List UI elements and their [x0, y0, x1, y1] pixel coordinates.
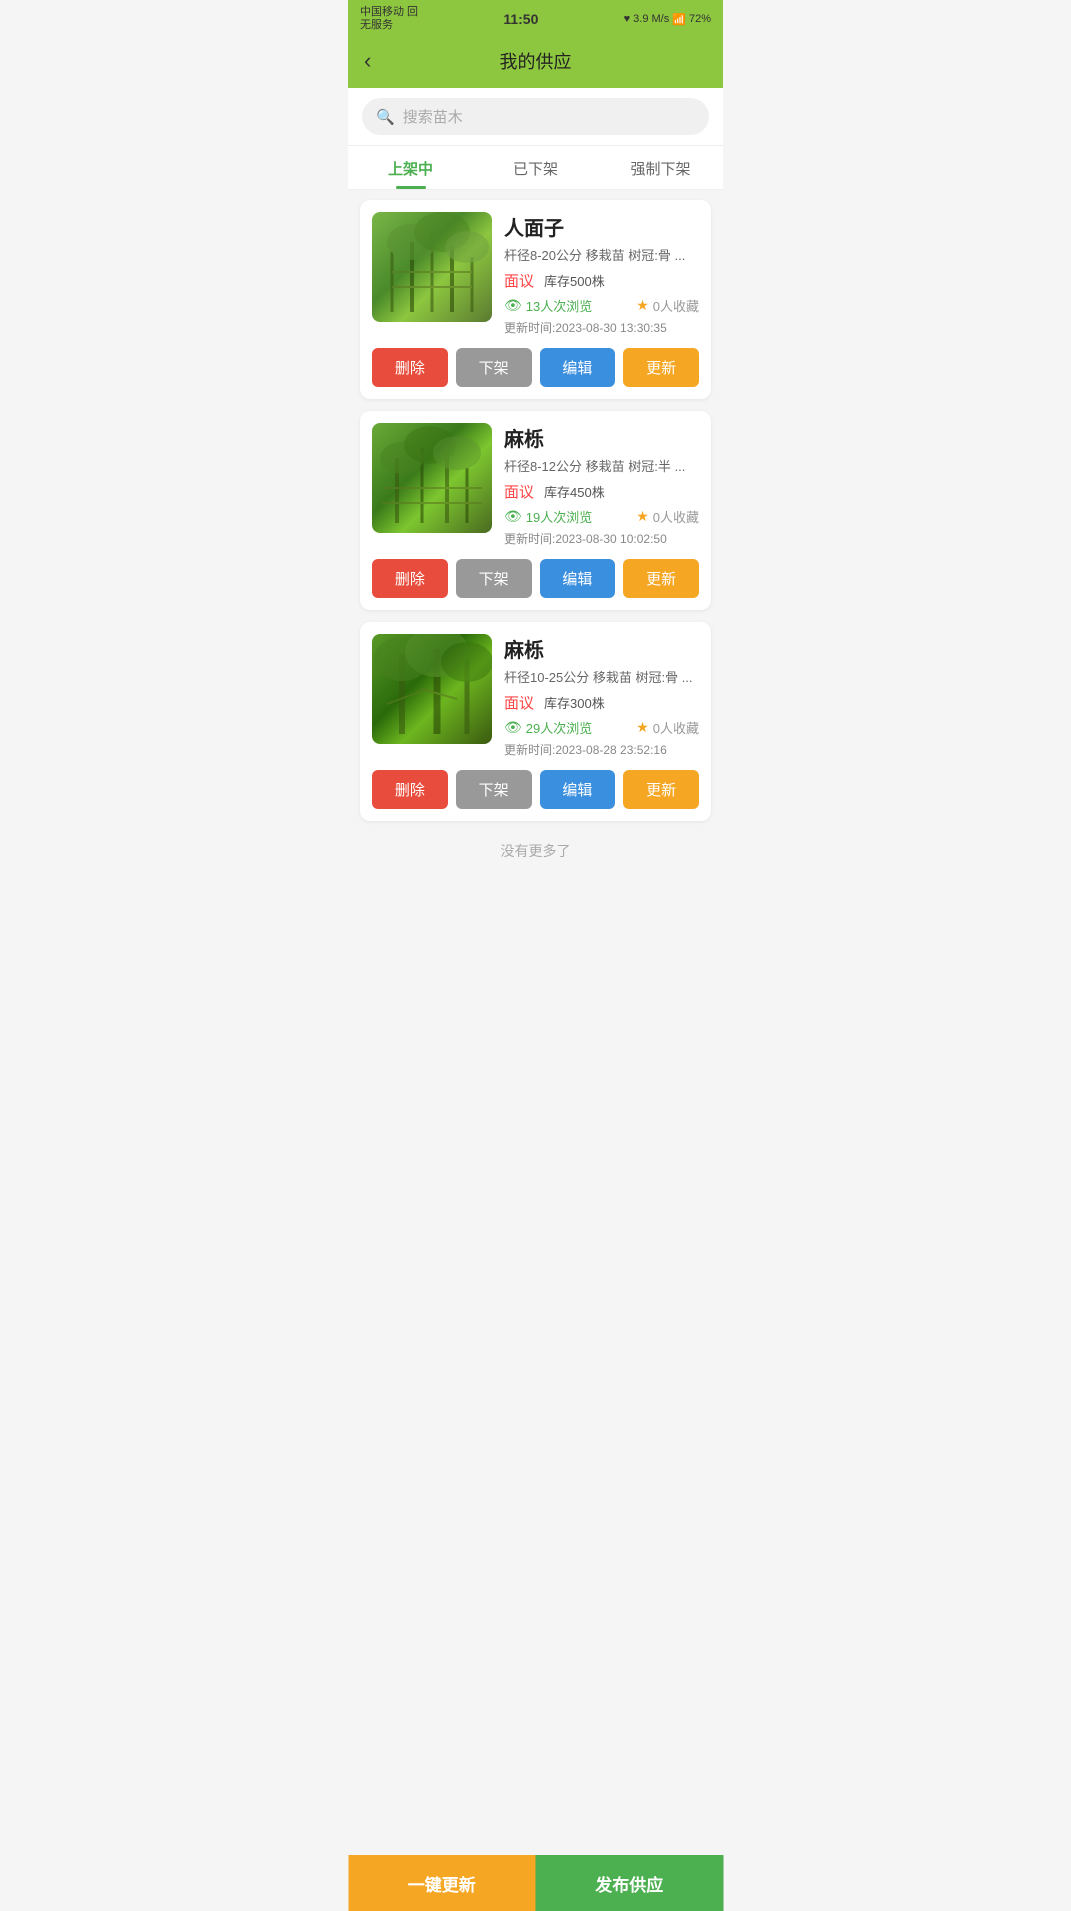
- product-stock-3: 库存300株: [544, 693, 605, 712]
- product-title-1: 人面子: [504, 212, 699, 241]
- edit-button-1[interactable]: 编辑: [540, 348, 616, 387]
- bottom-bar: 一键更新 发布供应: [348, 1855, 723, 1911]
- product-favorites-2: ★ 0人收藏: [636, 507, 699, 526]
- update-time-3: 更新时间:2023-08-28 23:52:16: [504, 741, 699, 758]
- delete-button-2[interactable]: 删除: [372, 559, 448, 598]
- edit-button-2[interactable]: 编辑: [540, 559, 616, 598]
- product-card-1: 人面子 杆径8-20公分 移栽苗 树冠:骨 ... 面议 库存500株 👁 13…: [360, 200, 711, 399]
- product-image-2: [372, 423, 492, 533]
- card-body-3: 麻栎 杆径10-25公分 移栽苗 树冠:骨 ... 面议 库存300株 👁 29…: [360, 622, 711, 770]
- product-price-1: 面议: [504, 270, 534, 291]
- status-right: ♥ 3.9 M/s 📶 72%: [624, 13, 711, 26]
- no-service-label: 无服务: [360, 19, 418, 32]
- card-body-1: 人面子 杆径8-20公分 移栽苗 树冠:骨 ... 面议 库存500株 👁 13…: [360, 200, 711, 348]
- delist-button-2[interactable]: 下架: [456, 559, 532, 598]
- search-icon: 🔍: [376, 108, 395, 126]
- time-label: 11:50: [503, 11, 538, 27]
- tab-active[interactable]: 上架中: [348, 146, 473, 189]
- product-card-3: 麻栎 杆径10-25公分 移栽苗 树冠:骨 ... 面议 库存300株 👁 29…: [360, 622, 711, 821]
- delete-button-3[interactable]: 删除: [372, 770, 448, 809]
- product-desc-1: 杆径8-20公分 移栽苗 树冠:骨 ...: [504, 245, 699, 264]
- card-body-2: 麻栎 杆径8-12公分 移栽苗 树冠:半 ... 面议 库存450株 👁 19人…: [360, 411, 711, 559]
- wifi-icon: 📶: [672, 13, 686, 26]
- card-info-2: 麻栎 杆径8-12公分 移栽苗 树冠:半 ... 面议 库存450株 👁 19人…: [504, 423, 699, 547]
- tab-bar: 上架中 已下架 强制下架: [348, 146, 723, 190]
- carrier-label: 中国移动 回: [360, 6, 418, 19]
- product-desc-2: 杆径8-12公分 移栽苗 树冠:半 ...: [504, 456, 699, 475]
- card-info-1: 人面子 杆径8-20公分 移栽苗 树冠:骨 ... 面议 库存500株 👁 13…: [504, 212, 699, 336]
- eye-icon-1: 👁: [504, 297, 522, 314]
- search-bar: 🔍 搜索苗木: [348, 88, 723, 146]
- product-image-3: [372, 634, 492, 744]
- delist-button-1[interactable]: 下架: [456, 348, 532, 387]
- price-row-3: 面议 库存300株: [504, 692, 699, 713]
- product-views-3: 👁 29人次浏览: [504, 718, 592, 737]
- delist-button-3[interactable]: 下架: [456, 770, 532, 809]
- product-image-1: [372, 212, 492, 322]
- eye-icon-2: 👁: [504, 508, 522, 525]
- update-button-3[interactable]: 更新: [623, 770, 699, 809]
- battery-label: 72%: [689, 13, 711, 25]
- stats-row-1: 👁 13人次浏览 ★ 0人收藏: [504, 296, 699, 315]
- update-button-2[interactable]: 更新: [623, 559, 699, 598]
- stats-row-2: 👁 19人次浏览 ★ 0人收藏: [504, 507, 699, 526]
- product-views-2: 👁 19人次浏览: [504, 507, 592, 526]
- update-time-2: 更新时间:2023-08-30 10:02:50: [504, 530, 699, 547]
- star-icon-1: ★: [636, 297, 649, 314]
- delete-button-1[interactable]: 删除: [372, 348, 448, 387]
- product-stock-1: 库存500株: [544, 271, 605, 290]
- star-icon-3: ★: [636, 719, 649, 736]
- search-input-wrap[interactable]: 🔍 搜索苗木: [362, 98, 709, 135]
- product-views-1: 👁 13人次浏览: [504, 296, 592, 315]
- eye-icon-3: 👁: [504, 719, 522, 736]
- tab-delisted[interactable]: 已下架: [473, 146, 598, 189]
- carrier-info: 中国移动 回 无服务: [360, 6, 418, 32]
- card-actions-2: 删除 下架 编辑 更新: [360, 559, 711, 610]
- product-stock-2: 库存450株: [544, 482, 605, 501]
- no-more-label: 没有更多了: [360, 833, 711, 865]
- product-title-3: 麻栎: [504, 634, 699, 663]
- header: ‹ 我的供应: [348, 36, 723, 88]
- heart-icon: ♥: [624, 13, 631, 25]
- product-price-2: 面议: [504, 481, 534, 502]
- update-button-1[interactable]: 更新: [623, 348, 699, 387]
- search-placeholder: 搜索苗木: [403, 106, 463, 127]
- product-price-3: 面议: [504, 692, 534, 713]
- product-list: 人面子 杆径8-20公分 移栽苗 树冠:骨 ... 面议 库存500株 👁 13…: [348, 190, 723, 945]
- product-title-2: 麻栎: [504, 423, 699, 452]
- status-bar: 中国移动 回 无服务 11:50 ♥ 3.9 M/s 📶 72%: [348, 0, 723, 36]
- price-row-2: 面议 库存450株: [504, 481, 699, 502]
- publish-button[interactable]: 发布供应: [536, 1855, 724, 1911]
- card-actions-3: 删除 下架 编辑 更新: [360, 770, 711, 821]
- product-favorites-1: ★ 0人收藏: [636, 296, 699, 315]
- tab-forced[interactable]: 强制下架: [598, 146, 723, 189]
- card-actions-1: 删除 下架 编辑 更新: [360, 348, 711, 399]
- edit-button-3[interactable]: 编辑: [540, 770, 616, 809]
- product-card-2: 麻栎 杆径8-12公分 移栽苗 树冠:半 ... 面议 库存450株 👁 19人…: [360, 411, 711, 610]
- update-time-1: 更新时间:2023-08-30 13:30:35: [504, 319, 699, 336]
- card-info-3: 麻栎 杆径10-25公分 移栽苗 树冠:骨 ... 面议 库存300株 👁 29…: [504, 634, 699, 758]
- back-button[interactable]: ‹: [364, 48, 371, 74]
- stats-row-3: 👁 29人次浏览 ★ 0人收藏: [504, 718, 699, 737]
- price-row-1: 面议 库存500株: [504, 270, 699, 291]
- page-title: 我的供应: [500, 48, 572, 74]
- product-desc-3: 杆径10-25公分 移栽苗 树冠:骨 ...: [504, 667, 699, 686]
- product-favorites-3: ★ 0人收藏: [636, 718, 699, 737]
- speed-label: 3.9 M/s: [633, 13, 669, 25]
- star-icon-2: ★: [636, 508, 649, 525]
- batch-update-button[interactable]: 一键更新: [348, 1855, 536, 1911]
